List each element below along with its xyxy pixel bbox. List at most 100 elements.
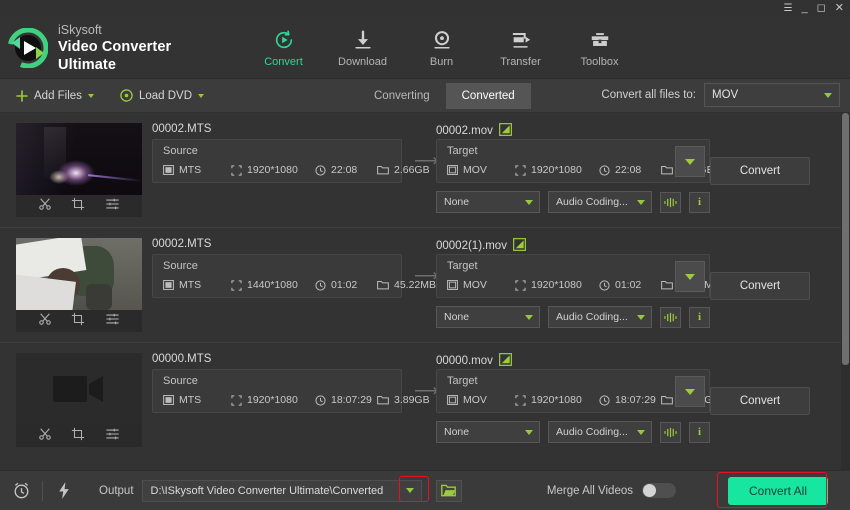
target-format-dropdown-button[interactable]: [675, 146, 705, 177]
alarm-clock-icon: [14, 482, 28, 499]
source-resolution: 1440*1080: [231, 279, 315, 291]
thumbnail-tools: [16, 310, 142, 332]
merge-toggle[interactable]: [642, 483, 676, 498]
edit-icon[interactable]: [498, 353, 512, 369]
info-button[interactable]: i: [689, 191, 710, 213]
source-panel: Source MTS 1920*1080 18:07:29 3.89GB: [152, 369, 430, 413]
audio-select[interactable]: Audio Coding...: [548, 191, 652, 213]
nav-item-download[interactable]: Download: [323, 17, 402, 79]
target-format: MOV: [447, 394, 515, 406]
table-row: 00002.MTS 00002(1).mov Source MTS 1440*1…: [0, 228, 850, 343]
audio-select[interactable]: Audio Coding...: [548, 306, 652, 328]
convert-button[interactable]: Convert: [710, 387, 810, 415]
add-files-button[interactable]: Add Files: [16, 90, 94, 102]
thumbnail[interactable]: [16, 353, 142, 447]
target-file-name-group: 00000.mov: [436, 353, 512, 369]
nav-item-transfer[interactable]: Transfer: [481, 17, 560, 79]
subtitle-value: None: [444, 426, 470, 438]
chevron-down-icon: [824, 92, 832, 98]
subtitle-select[interactable]: None: [436, 191, 540, 213]
add-files-caret-icon[interactable]: [87, 93, 94, 98]
load-dvd-caret-icon[interactable]: [198, 93, 204, 98]
nav-item-toolbox[interactable]: Toolbox: [560, 17, 639, 79]
tab-converted[interactable]: Converted: [445, 83, 531, 109]
transfer-icon: [510, 29, 532, 51]
subtitle-select[interactable]: None: [436, 306, 540, 328]
thumbnail[interactable]: [16, 238, 142, 332]
open-folder-icon: [441, 484, 456, 497]
film-icon: [447, 280, 458, 290]
clock-icon: [315, 279, 326, 291]
output-path-field[interactable]: D:\ISkysoft Video Converter Ultimate\Con…: [141, 479, 422, 502]
load-dvd-button[interactable]: Load DVD: [120, 89, 204, 102]
crop-icon[interactable]: [71, 312, 85, 331]
convert-icon: [273, 29, 295, 51]
scrollbar-thumb[interactable]: [842, 113, 849, 365]
target-file-name: 00002(1).mov: [436, 240, 507, 252]
target-panel: Target MOV 1920*1080 01:02: [436, 254, 720, 298]
convert-button[interactable]: Convert: [710, 157, 810, 185]
lightning-icon: [59, 481, 69, 500]
source-file-name: 00002.MTS: [152, 238, 212, 250]
target-format-dropdown-button[interactable]: [675, 376, 705, 407]
trim-icon[interactable]: [38, 312, 52, 331]
arrow-right-icon: ⟶: [414, 266, 439, 285]
folder-icon: [661, 165, 673, 175]
effects-icon[interactable]: [105, 427, 120, 446]
resolution-icon: [231, 394, 242, 406]
crop-icon[interactable]: [71, 427, 85, 446]
target-format-dropdown-button[interactable]: [675, 261, 705, 292]
trim-icon[interactable]: [38, 197, 52, 216]
nav-item-burn[interactable]: Burn: [402, 17, 481, 79]
table-row: 00000.MTS 00000.mov Source MTS 1920*1080…: [0, 343, 850, 458]
arrow-right-icon: ⟶: [414, 151, 439, 170]
menu-icon[interactable]: ☰: [784, 3, 793, 14]
convert-all-to-value: MOV: [712, 89, 739, 101]
chevron-down-icon: [525, 199, 533, 205]
clock-icon: [315, 164, 326, 176]
info-button[interactable]: i: [689, 421, 710, 443]
folder-icon: [661, 280, 673, 290]
audio-waveform-button[interactable]: [660, 306, 681, 328]
source-format: MTS: [163, 394, 231, 406]
close-icon[interactable]: ✕: [835, 3, 844, 14]
clock-icon: [599, 279, 610, 291]
convert-all-to-select[interactable]: MOV: [704, 83, 840, 107]
edit-icon[interactable]: [498, 123, 512, 139]
thumbnail-image: [16, 238, 142, 310]
chevron-down-icon: [685, 388, 695, 395]
convert-button[interactable]: Convert: [710, 272, 810, 300]
audio-waveform-button[interactable]: [660, 421, 681, 443]
thumbnail[interactable]: [16, 123, 142, 217]
high-speed-button[interactable]: [43, 471, 85, 510]
target-panel: Target MOV 1920*1080 22:08: [436, 139, 714, 183]
source-duration: 22:08: [315, 164, 377, 176]
open-folder-button[interactable]: [435, 479, 462, 502]
audio-select[interactable]: Audio Coding...: [548, 421, 652, 443]
trim-icon[interactable]: [38, 427, 52, 446]
target-label: Target: [447, 145, 478, 157]
source-duration: 18:07:29: [315, 394, 377, 406]
effects-icon[interactable]: [105, 312, 120, 331]
effects-icon[interactable]: [105, 197, 120, 216]
tab-converting[interactable]: Converting: [358, 83, 446, 109]
source-meta: MTS 1440*1080 01:02 45.22MB: [163, 279, 436, 291]
minimize-icon[interactable]: _: [802, 3, 808, 14]
subtitle-select[interactable]: None: [436, 421, 540, 443]
nav-item-convert[interactable]: Convert: [244, 17, 323, 79]
info-button[interactable]: i: [689, 306, 710, 328]
source-panel: Source MTS 1440*1080 01:02 45.22MB: [152, 254, 436, 298]
app-window: ☰ _ ◻ ✕ iSkysoft Video Converter Ultimat…: [0, 0, 850, 510]
maximize-icon[interactable]: ◻: [817, 3, 826, 14]
convert-all-button[interactable]: Convert All: [728, 476, 828, 505]
resolution-icon: [231, 279, 242, 291]
convert-all-to-label: Convert all files to:: [601, 89, 696, 101]
scheduler-button[interactable]: [0, 471, 42, 510]
audio-waveform-button[interactable]: [660, 191, 681, 213]
subtitle-value: None: [444, 311, 470, 323]
target-file-name: 00002.mov: [436, 125, 493, 137]
film-icon: [163, 280, 174, 290]
edit-icon[interactable]: [513, 238, 526, 254]
crop-icon[interactable]: [71, 197, 85, 216]
list-scrollbar[interactable]: [841, 113, 850, 470]
